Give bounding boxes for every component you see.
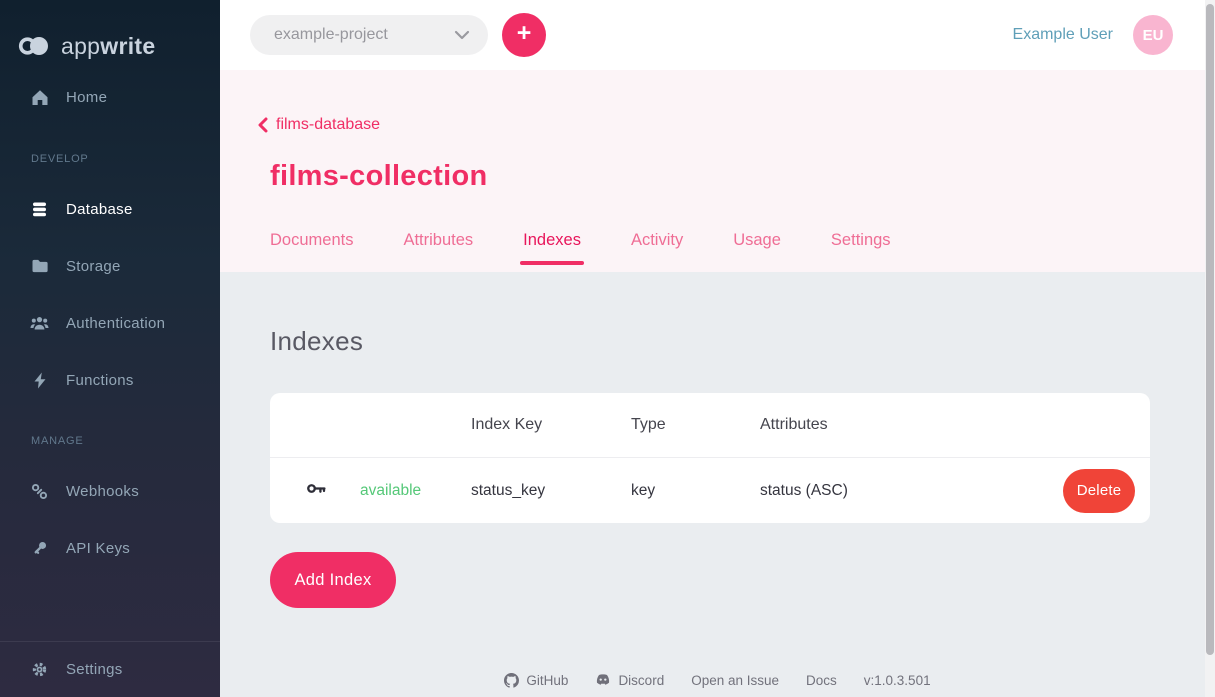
footer-link-github[interactable]: GitHub [504,673,568,688]
lightning-icon [30,372,49,389]
col-index-key: Index Key [471,416,631,434]
avatar-initials: EU [1143,27,1164,44]
scrollbar[interactable] [1205,0,1215,697]
sidebar-item-storage[interactable]: Storage [30,253,220,279]
footer-link-discord[interactable]: Discord [595,673,664,688]
sidebar-item-authentication[interactable]: Authentication [30,310,220,336]
page-header: films-database films-collection Document… [220,70,1215,272]
index-status: available [360,482,471,500]
sidebar-item-label: Home [66,89,107,106]
tab-usage[interactable]: Usage [733,231,781,272]
project-selector[interactable]: example-project [250,15,488,55]
footer-link-label: Docs [806,673,837,688]
col-type: Type [631,416,760,434]
sidebar-heading-develop: DEVELOP [31,153,220,165]
index-attributes-value: status (ASC) [760,482,1063,500]
tab-indexes[interactable]: Indexes [523,231,581,272]
sidebar-item-home[interactable]: Home [30,84,220,110]
footer-link-label: Discord [618,673,664,688]
discord-icon [595,674,611,687]
chevron-down-icon [454,30,470,40]
sidebar-item-webhooks[interactable]: Webhooks [30,478,220,504]
breadcrumb[interactable]: films-database [257,116,380,134]
sidebar-item-database[interactable]: Database [30,196,220,222]
page-footer: GitHub Discord Open an Issue Docs v:1.0.… [220,663,1215,697]
logo-text-light: app [61,33,100,59]
sidebar: appwrite Home DEVELOP Database St [0,0,220,697]
section-heading: Indexes [270,326,1215,357]
sidebar-item-label: Settings [66,661,123,678]
footer-link-open-issue[interactable]: Open an Issue [691,673,779,688]
indexes-table: Index Key Type Attributes availa [270,393,1150,523]
logo-text: appwrite [61,33,155,60]
appwrite-logo-icon [18,32,52,60]
footer-link-label: Open an Issue [691,673,779,688]
topbar: example-project + Example User EU [220,0,1215,70]
key-icon [305,479,360,503]
sidebar-item-label: Database [66,201,133,218]
sidebar-item-label: API Keys [66,540,130,557]
sidebar-heading-manage: MANAGE [31,435,220,447]
sidebar-item-api-keys[interactable]: API Keys [30,535,220,561]
content-area: example-project + Example User EU films-… [220,0,1215,697]
tab-attributes[interactable]: Attributes [403,231,473,272]
sidebar-item-functions[interactable]: Functions [30,367,220,393]
avatar[interactable]: EU [1133,15,1173,55]
project-selector-value: example-project [274,26,388,44]
gear-icon [30,661,49,678]
table-header-row: Index Key Type Attributes [270,393,1150,458]
app-window: appwrite Home DEVELOP Database St [0,0,1215,697]
key-icon [30,540,49,557]
home-icon [30,89,49,106]
appwrite-logo: appwrite [0,0,220,70]
github-icon [504,673,519,688]
sidebar-footer: Settings [0,641,220,697]
table-row: available status_key key status (ASC) De… [270,458,1150,523]
scrollbar-thumb[interactable] [1206,4,1214,655]
sidebar-item-settings[interactable]: Settings [30,657,123,683]
users-icon [30,315,49,331]
version-label: v:1.0.3.501 [864,673,931,688]
add-index-button[interactable]: Add Index [270,552,396,608]
col-attributes: Attributes [760,416,1135,434]
database-icon [30,201,49,218]
tab-activity[interactable]: Activity [631,231,683,272]
link-icon [30,483,49,500]
footer-link-docs[interactable]: Docs [806,673,837,688]
sidebar-item-label: Authentication [66,315,165,332]
breadcrumb-label: films-database [276,116,380,134]
page-title: films-collection [270,160,1215,193]
tab-bar: Documents Attributes Indexes Activity Us… [270,231,1215,272]
tab-settings[interactable]: Settings [831,231,891,272]
user-name-link[interactable]: Example User [1013,26,1113,44]
index-key-value: status_key [471,482,631,500]
sidebar-item-label: Storage [66,258,121,275]
main-panel: Indexes Index Key Type Attributes [220,272,1215,663]
create-project-button[interactable]: + [502,13,546,57]
logo-text-bold: write [100,33,155,59]
plus-icon: + [517,19,532,48]
tab-documents[interactable]: Documents [270,231,353,272]
chevron-left-icon [257,117,269,133]
delete-index-button[interactable]: Delete [1063,469,1135,513]
folder-icon [30,258,49,274]
sidebar-item-label: Functions [66,372,134,389]
footer-link-label: GitHub [526,673,568,688]
index-type-value: key [631,482,760,500]
sidebar-item-label: Webhooks [66,483,139,500]
